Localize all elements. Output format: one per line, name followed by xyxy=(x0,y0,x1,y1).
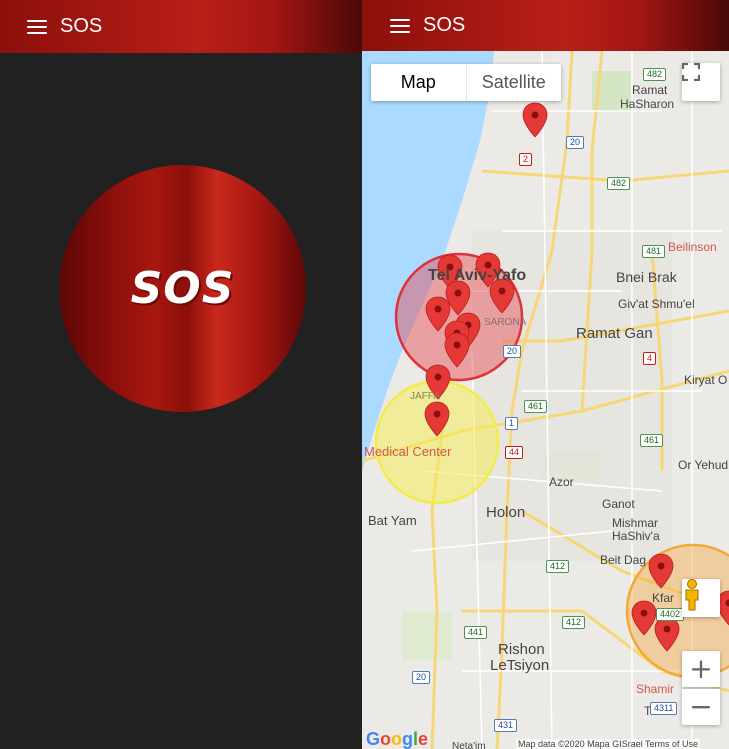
label-kiryat-ono: Kiryat O xyxy=(684,373,728,387)
road-shield: 4 xyxy=(643,352,657,365)
street-view-button[interactable] xyxy=(682,579,720,617)
zoom-out-button[interactable]: − xyxy=(682,689,720,725)
label-shamir: Shamir xyxy=(636,682,675,696)
label-bnei-brak: Bnei Brak xyxy=(616,269,677,285)
menu-icon[interactable] xyxy=(27,19,47,34)
label-medical-center: Medical Center xyxy=(364,444,452,459)
label-ganot: Ganot xyxy=(602,497,635,511)
label-tel-aviv: Tel Aviv-Yafo xyxy=(428,267,527,284)
label-givat-shmuel: Giv'at Shmu'el xyxy=(618,297,695,311)
menu-icon[interactable] xyxy=(390,18,410,33)
map-screen: SOS Ramat HaSharon Tel Aviv-Yafo Bnei Br… xyxy=(362,0,729,749)
road-shield: 461 xyxy=(640,434,664,447)
road-shield: 2 xyxy=(519,153,533,166)
road-shield: 1 xyxy=(505,417,519,430)
sos-screen: SOS SOS xyxy=(0,0,362,749)
road-shield: 412 xyxy=(562,616,586,629)
map-view[interactable]: Ramat HaSharon Tel Aviv-Yafo Bnei Brak B… xyxy=(362,51,729,749)
label-bat-yam: Bat Yam xyxy=(368,513,417,528)
road-shield: 4311 xyxy=(650,702,678,715)
sos-button[interactable]: SOS xyxy=(59,165,306,412)
plus-icon: + xyxy=(689,652,713,685)
label-rishon: Rishon xyxy=(498,641,545,658)
label-ramat: Ramat xyxy=(632,83,668,97)
app-bar: SOS xyxy=(362,0,729,51)
park-area xyxy=(402,611,452,661)
google-logo-text: Google xyxy=(366,729,429,749)
pegman-icon xyxy=(685,579,699,611)
fullscreen-icon xyxy=(682,63,700,81)
label-hasharon: HaSharon xyxy=(620,97,675,111)
map-type-map-tab[interactable]: Map xyxy=(371,64,467,101)
map-type-control: Map Satellite xyxy=(371,64,561,101)
label-mishmar: Mishmar xyxy=(612,516,659,530)
road-shield: 20 xyxy=(566,136,585,149)
label-netaim: Neta'im xyxy=(452,741,486,749)
label-beilinson: Beilinson xyxy=(668,240,717,254)
road-shield: 431 xyxy=(494,719,518,732)
road-shield: 481 xyxy=(642,245,666,258)
road-shield: 20 xyxy=(503,345,522,358)
minus-icon: − xyxy=(689,690,713,723)
road-shield: 482 xyxy=(643,68,667,81)
road-shield: 461 xyxy=(524,400,548,413)
fullscreen-button[interactable] xyxy=(682,63,720,101)
label-sarona: SARONA xyxy=(484,317,527,328)
label-beit-dagan: Beit Dag xyxy=(600,553,647,567)
label-jaffa: JAFFA xyxy=(410,391,441,402)
map-type-satellite-tab[interactable]: Satellite xyxy=(467,64,562,101)
app-title: SOS xyxy=(60,15,103,37)
google-logo[interactable]: Google xyxy=(366,729,428,749)
road-shield: 482 xyxy=(607,177,631,190)
label-letsiyon: LeTsiyon xyxy=(490,657,550,674)
road-shield: 44 xyxy=(505,446,524,459)
road-shield: 412 xyxy=(546,560,570,573)
label-hashiva: HaShiv'a xyxy=(612,529,660,543)
road-shield: 20 xyxy=(412,671,431,684)
road-shield: 4402 xyxy=(656,608,685,621)
label-ramat-gan: Ramat Gan xyxy=(576,325,653,342)
label-azor: Azor xyxy=(549,475,574,489)
app-bar: SOS xyxy=(0,0,362,53)
road-shield: 441 xyxy=(464,626,488,639)
label-holon: Holon xyxy=(486,504,526,521)
label-or-yehuda: Or Yehud xyxy=(678,458,729,472)
label-kfar: Kfar xyxy=(652,591,675,605)
map-attribution[interactable]: Map data ©2020 Mapa GISrael Terms of Use xyxy=(516,739,701,749)
zoom-in-button[interactable]: + xyxy=(682,651,720,687)
sos-button-label: SOS xyxy=(130,263,235,314)
app-title: SOS xyxy=(423,14,466,36)
